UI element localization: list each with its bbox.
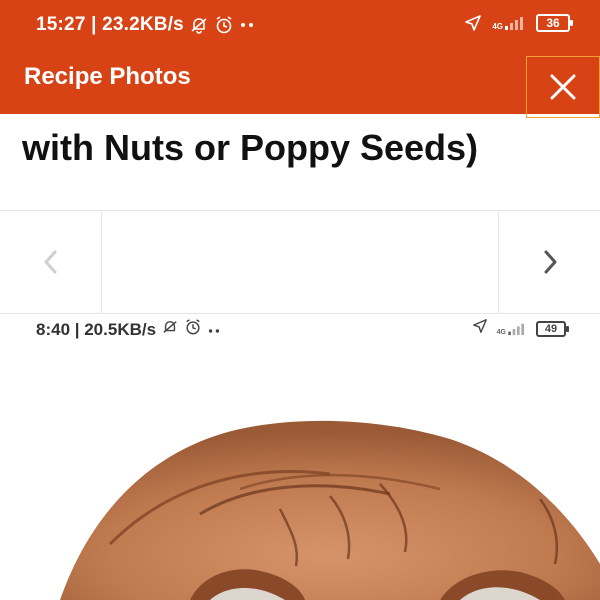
signal-icon: 4G bbox=[497, 322, 527, 336]
status-bar: 15:27 | 23.2KB/s 4G 36 bbox=[0, 0, 600, 54]
network-type: 4G bbox=[492, 22, 503, 31]
photo-network-type: 4G bbox=[496, 328, 506, 336]
recipe-title: with Nuts or Poppy Seeds) bbox=[22, 127, 479, 168]
location-arrow-icon bbox=[472, 318, 488, 339]
bell-off-icon bbox=[162, 319, 178, 340]
photo-subject-image bbox=[60, 420, 600, 600]
photo-status-time: 8:40 | 20.5KB/s bbox=[36, 319, 157, 339]
more-dots-icon bbox=[240, 22, 254, 28]
photo-status-right: 4G 49 bbox=[472, 318, 569, 339]
previous-photo-button[interactable] bbox=[0, 211, 102, 313]
signal-icon: 4G bbox=[492, 15, 526, 31]
next-photo-button[interactable] bbox=[498, 211, 600, 313]
battery-icon: 36 bbox=[536, 14, 573, 32]
alarm-icon bbox=[214, 15, 234, 35]
close-icon bbox=[550, 74, 576, 100]
status-left: 15:27 | 23.2KB/s bbox=[36, 14, 254, 36]
close-button[interactable] bbox=[526, 56, 600, 118]
app-bar: Recipe Photos bbox=[0, 54, 600, 118]
page-title: Recipe Photos bbox=[24, 63, 191, 90]
status-right: 4G 36 bbox=[464, 14, 573, 32]
photo-status-left: 8:40 | 20.5KB/s bbox=[36, 318, 220, 341]
status-time: 15:27 | 23.2KB/s bbox=[36, 14, 184, 35]
battery-icon: 49 bbox=[536, 320, 569, 337]
battery-level: 36 bbox=[546, 16, 560, 30]
location-arrow-icon bbox=[464, 14, 482, 32]
photo-status-bar: 8:40 | 20.5KB/s 4G 49 bbox=[0, 314, 600, 344]
photo-battery-level: 49 bbox=[544, 322, 558, 335]
chevron-left-icon bbox=[44, 250, 56, 274]
photo-carousel-nav bbox=[0, 210, 600, 314]
more-dots-icon bbox=[208, 321, 220, 339]
alarm-icon bbox=[184, 318, 202, 341]
chevron-right-icon bbox=[544, 250, 556, 274]
recipe-photo[interactable]: 8:40 | 20.5KB/s 4G 49 bbox=[0, 314, 600, 600]
bell-off-icon bbox=[190, 16, 208, 34]
